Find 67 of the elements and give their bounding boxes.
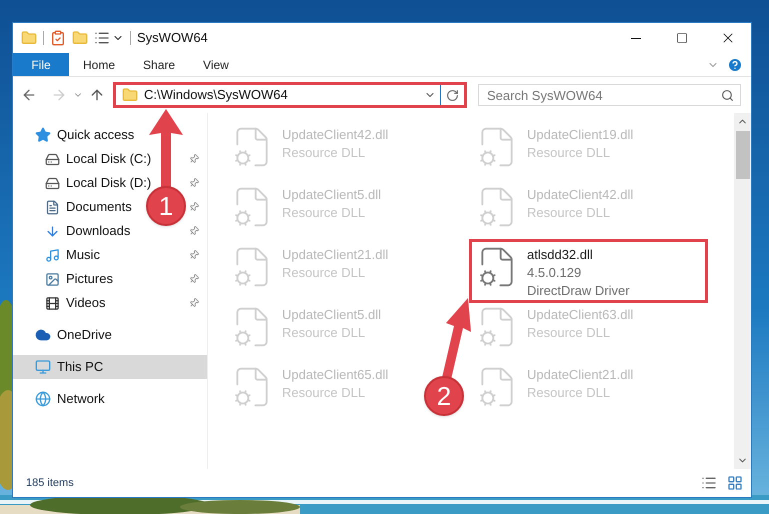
sidebar-item[interactable]: This PC <box>13 355 207 379</box>
arrow-down-icon <box>45 224 60 238</box>
file-name: UpdateClient65.dll <box>282 366 388 384</box>
cloud-icon <box>35 327 51 343</box>
file-detail: Resource DLL <box>527 324 612 342</box>
file-detail: Resource DLL <box>527 384 612 402</box>
back-icon[interactable] <box>21 87 37 103</box>
view-options-icon[interactable] <box>94 30 110 46</box>
ribbon-tab[interactable]: Share <box>129 53 190 76</box>
sidebar-item[interactable]: Documents <box>45 195 132 219</box>
globe-icon <box>35 391 51 407</box>
file-detail: Resource DLL <box>282 204 366 222</box>
file-detail: 4.5.0.129 <box>527 264 582 282</box>
sidebar-item[interactable]: Network <box>13 387 207 411</box>
file-name: UpdateClient5.dll <box>282 186 382 204</box>
file-name: UpdateClient19.dll <box>527 126 634 144</box>
file-detail: Resource DLL <box>282 144 366 162</box>
file-detail: Resource DLL <box>527 144 612 162</box>
file-name: UpdateClient5.dll <box>282 306 382 324</box>
file-name: UpdateClient42.dll <box>282 126 388 144</box>
maximize-icon <box>676 32 688 44</box>
sidebar-item[interactable]: Local Disk (C:) <box>45 147 152 171</box>
sidebar-item[interactable]: Pictures <box>45 267 113 291</box>
file-name: UpdateClient21.dll <box>282 246 388 264</box>
music-note-icon <box>45 248 60 262</box>
folder-icon <box>122 87 138 103</box>
film-icon <box>45 296 60 310</box>
file-detail: DirectDraw Driver <box>527 282 630 300</box>
file-menu-button[interactable]: File <box>13 53 69 76</box>
file-name: UpdateClient42.dll <box>527 186 634 204</box>
ribbon-tab[interactable]: Home <box>69 53 130 76</box>
sidebar-item[interactable]: Videos <box>45 291 106 315</box>
address-bar[interactable]: C:\Windows\SysWOW64 <box>113 82 467 108</box>
scroll-thumb[interactable] <box>736 131 750 179</box>
sidebar-item[interactable]: OneDrive <box>13 323 207 347</box>
document-icon <box>45 200 60 214</box>
file-detail: Resource DLL <box>527 204 612 222</box>
star-icon <box>35 127 51 143</box>
file-detail: Resource DLL <box>282 324 366 342</box>
item-count: 185 items <box>26 476 74 491</box>
hard-drive-icon <box>45 152 60 166</box>
sidebar-item[interactable]: Music <box>45 243 100 267</box>
image-icon <box>45 272 60 286</box>
details-view-icon[interactable] <box>701 475 717 491</box>
file-detail: Resource DLL <box>282 264 366 282</box>
address-path: C:\Windows\SysWOW64 <box>144 86 288 104</box>
up-icon[interactable] <box>89 87 105 103</box>
search-field[interactable]: Search SysWOW64 <box>478 84 741 106</box>
file-name: UpdateClient21.dll <box>527 366 634 384</box>
folder-icon[interactable] <box>21 30 37 46</box>
file-item[interactable]: atlsdd32.dll 4.5.0.129 DirectDraw Driver <box>471 241 706 301</box>
sidebar-item[interactable]: Quick access <box>13 123 207 147</box>
window-title: SysWOW64 <box>137 29 208 48</box>
large-icons-view-icon[interactable] <box>727 475 743 491</box>
monitor-icon <box>35 359 51 375</box>
refresh-icon[interactable] <box>446 88 459 102</box>
file-detail: Resource DLL <box>282 384 366 402</box>
help-icon[interactable] <box>727 56 743 72</box>
file-name: UpdateClient63.dll <box>527 306 634 324</box>
new-folder-icon[interactable] <box>72 30 88 46</box>
ribbon-tab[interactable]: View <box>189 53 243 76</box>
properties-icon[interactable] <box>50 30 66 46</box>
search-icon <box>721 88 734 102</box>
file-name: atlsdd32.dll <box>527 246 594 264</box>
sidebar-item[interactable]: Downloads <box>45 219 130 243</box>
hard-drive-icon <box>45 176 60 190</box>
scrollbar[interactable] <box>734 113 751 469</box>
